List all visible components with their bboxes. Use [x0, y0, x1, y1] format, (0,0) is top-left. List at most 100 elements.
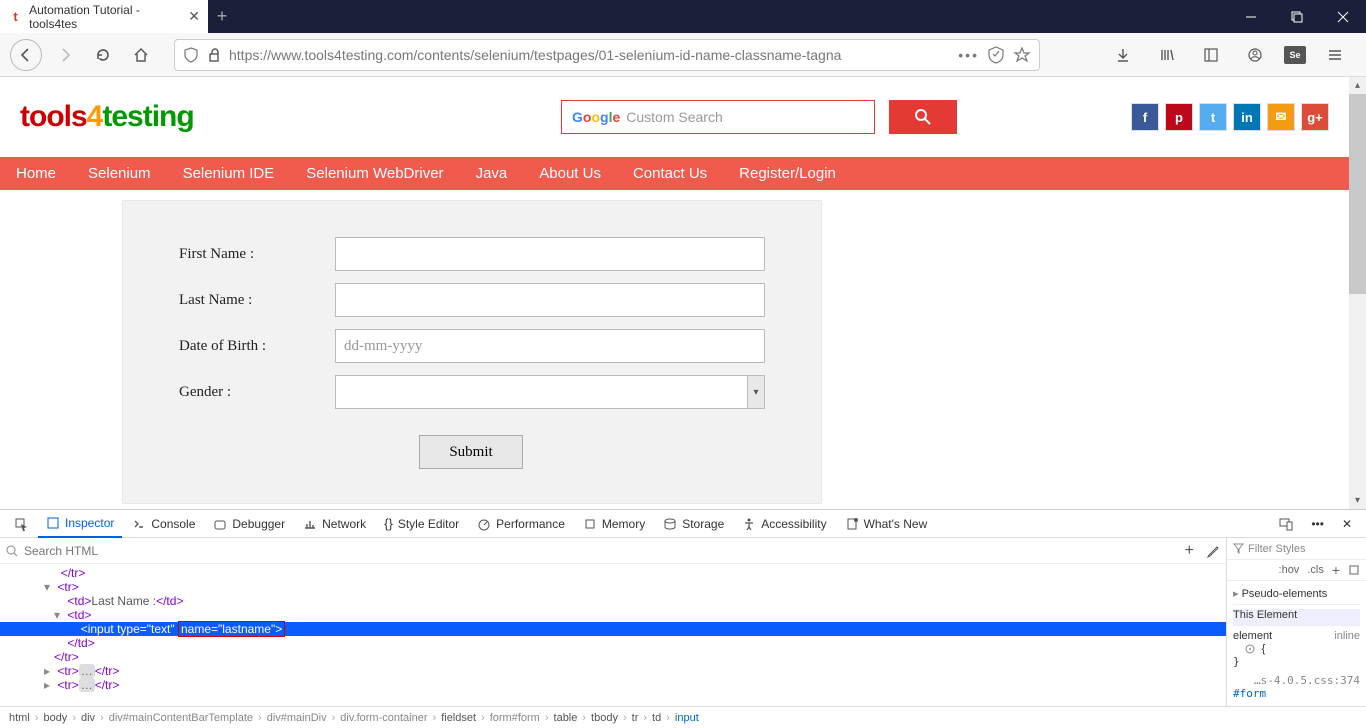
first-name-label: First Name :: [179, 246, 335, 263]
url-text: https://www.tools4testing.com/contents/s…: [229, 47, 950, 63]
scroll-thumb[interactable]: [1349, 94, 1366, 294]
devtools-close-icon[interactable]: ✕: [1334, 510, 1360, 538]
google-logo-icon: Google: [572, 109, 620, 125]
window-controls: [1228, 0, 1366, 33]
devtools-breadcrumb[interactable]: html› body› div› div#mainContentBarTempl…: [0, 706, 1366, 728]
submit-button[interactable]: Submit: [419, 435, 523, 469]
this-element-label: This Element: [1233, 609, 1360, 626]
window-minimize-button[interactable]: [1228, 0, 1274, 33]
add-node-icon[interactable]: +: [1179, 542, 1200, 560]
first-name-input[interactable]: [335, 237, 765, 271]
facebook-icon[interactable]: f: [1131, 103, 1159, 131]
selenium-ide-icon[interactable]: Se: [1284, 46, 1306, 64]
linkedin-icon[interactable]: in: [1233, 103, 1261, 131]
print-sim-icon[interactable]: [1348, 564, 1360, 576]
devtools-tab-debugger[interactable]: Debugger: [205, 510, 293, 538]
back-button[interactable]: [10, 39, 42, 71]
nav-selenium-ide[interactable]: Selenium IDE: [183, 165, 275, 182]
dob-label: Date of Birth :: [179, 338, 335, 355]
tab-close-icon[interactable]: ✕: [188, 8, 200, 25]
nav-java[interactable]: Java: [476, 165, 508, 182]
hamburger-menu-icon[interactable]: [1320, 40, 1350, 70]
chevron-down-icon: ▾: [747, 375, 765, 409]
devtools-styles-pane: Filter Styles :hov .cls + ▸ Pseudo-eleme…: [1226, 538, 1366, 706]
add-rule-icon[interactable]: +: [1332, 562, 1340, 578]
devtools-search-bar: +: [0, 538, 1226, 564]
nav-selenium-webdriver[interactable]: Selenium WebDriver: [306, 165, 443, 182]
reader-icon[interactable]: [987, 46, 1005, 64]
devtools-inspect-picker[interactable]: [6, 510, 36, 538]
googleplus-icon[interactable]: g+: [1301, 103, 1329, 131]
devtools-tab-memory[interactable]: Memory: [575, 510, 653, 538]
new-tab-button[interactable]: +: [208, 2, 236, 30]
hov-toggle[interactable]: :hov: [1279, 564, 1300, 576]
devtools-tab-accessibility[interactable]: Accessibility: [734, 510, 834, 538]
last-name-label: Last Name :: [179, 292, 335, 309]
devtools-tabs: Inspector Console Debugger Network {}Sty…: [0, 510, 1366, 538]
page-scrollbar[interactable]: ▴ ▾: [1349, 77, 1366, 509]
main-nav: Home Selenium Selenium IDE Selenium WebD…: [0, 157, 1349, 190]
site-logo[interactable]: tools4testing: [20, 100, 194, 134]
search-button[interactable]: [889, 100, 957, 134]
nav-contact[interactable]: Contact Us: [633, 165, 707, 182]
twitter-icon[interactable]: t: [1199, 103, 1227, 131]
scroll-up-icon[interactable]: ▴: [1349, 77, 1366, 94]
lock-icon: [207, 48, 221, 62]
nav-home[interactable]: Home: [16, 165, 56, 182]
search-icon: [6, 545, 18, 557]
browser-titlebar: t Automation Tutorial - tools4tes ✕ +: [0, 0, 1366, 33]
home-button[interactable]: [126, 40, 156, 70]
tab-title: Automation Tutorial - tools4tes: [29, 3, 182, 31]
bookmark-star-icon[interactable]: [1013, 46, 1031, 64]
devtools-panel: Inspector Console Debugger Network {}Sty…: [0, 509, 1366, 728]
window-close-button[interactable]: [1320, 0, 1366, 33]
account-icon[interactable]: [1240, 40, 1270, 70]
devtools-tab-storage[interactable]: Storage: [655, 510, 732, 538]
cls-toggle[interactable]: .cls: [1307, 564, 1324, 576]
gender-select[interactable]: [335, 375, 765, 409]
last-name-input[interactable]: [335, 283, 765, 317]
devtools-more-icon[interactable]: •••: [1303, 510, 1332, 538]
scroll-down-icon[interactable]: ▾: [1349, 492, 1366, 509]
reload-button[interactable]: [88, 40, 118, 70]
page-viewport: tools4testing Google Custom Search f p t…: [0, 77, 1366, 509]
pinterest-icon[interactable]: p: [1165, 103, 1193, 131]
devtools-search-input[interactable]: [24, 544, 1173, 558]
downloads-icon[interactable]: [1108, 40, 1138, 70]
funnel-icon: [1233, 543, 1244, 554]
url-more-icon[interactable]: •••: [958, 47, 979, 63]
email-icon[interactable]: ✉: [1267, 103, 1295, 131]
devtools-tab-inspector[interactable]: Inspector: [38, 510, 122, 538]
filter-styles-label[interactable]: Filter Styles: [1248, 543, 1305, 555]
nav-about[interactable]: About Us: [539, 165, 601, 182]
form-card: First Name : Last Name : Date of Birth :…: [122, 200, 822, 504]
url-bar[interactable]: https://www.tools4testing.com/contents/s…: [174, 39, 1040, 71]
site-header: tools4testing Google Custom Search f p t…: [0, 77, 1349, 157]
toolbar-right-icons: Se: [1108, 40, 1356, 70]
devtools-selected-node[interactable]: <input type="text" name="lastname">: [0, 622, 1226, 636]
pseudo-elements-label[interactable]: Pseudo-elements: [1242, 588, 1328, 600]
search-icon: [915, 109, 931, 125]
devtools-tab-style-editor[interactable]: {}Style Editor: [376, 510, 467, 538]
nav-selenium[interactable]: Selenium: [88, 165, 151, 182]
dob-input[interactable]: [335, 329, 765, 363]
devtools-tab-network[interactable]: Network: [295, 510, 374, 538]
library-icon[interactable]: [1152, 40, 1182, 70]
tab-favicon: t: [8, 9, 23, 25]
devtools-responsive-icon[interactable]: [1271, 510, 1301, 538]
eyedropper-icon[interactable]: [1206, 544, 1220, 558]
nav-register[interactable]: Register/Login: [739, 165, 836, 182]
devtools-tab-console[interactable]: Console: [124, 510, 203, 538]
shield-icon: [183, 47, 199, 63]
devtools-tab-performance[interactable]: Performance: [469, 510, 573, 538]
social-icons: f p t in ✉ g+: [1131, 103, 1329, 131]
search-placeholder: Custom Search: [626, 109, 722, 125]
devtools-dom-tree[interactable]: </tr> ▾ <tr> <td>Last Name :</td> ▾ <td>…: [0, 564, 1226, 706]
google-custom-search-input[interactable]: Google Custom Search: [561, 100, 875, 134]
browser-toolbar: https://www.tools4testing.com/contents/s…: [0, 33, 1366, 77]
window-maximize-button[interactable]: [1274, 0, 1320, 33]
browser-tab[interactable]: t Automation Tutorial - tools4tes ✕: [0, 0, 208, 33]
devtools-tab-whatsnew[interactable]: What's New: [837, 510, 936, 538]
forward-button: [50, 40, 80, 70]
sidebar-icon[interactable]: [1196, 40, 1226, 70]
